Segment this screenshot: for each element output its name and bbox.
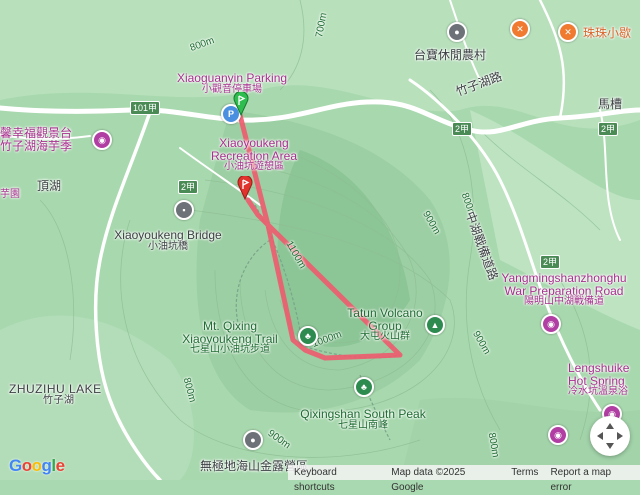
map-data-text: Map data ©2025 Google	[391, 467, 466, 493]
farm-place-icon[interactable]: ●	[447, 22, 467, 42]
xinfu-viewpoint-label[interactable]: 馨幸福觀景台 竹子湖海芋季	[0, 127, 72, 152]
yuan-fragment-label: 芋園	[0, 189, 20, 200]
road-shield-2a-center: 2甲	[452, 122, 473, 136]
restaurant-icon-1[interactable]: ✕	[510, 19, 530, 39]
qixing-trail-label[interactable]: Mt. Qixing Xiaoyoukeng Trail 七星山小油坑步道	[182, 320, 277, 356]
tatun-volcano-label[interactable]: Tatun Volcano Group 大屯火山群	[347, 307, 422, 343]
tatun-en1: Tatun Volcano	[347, 306, 423, 320]
yangming-en1: Yangmingshanzhonghu	[501, 271, 627, 285]
qixing-south-en: Qixingshan South Peak	[300, 407, 426, 421]
dinghu-label: 頂湖	[37, 179, 62, 193]
trail-tree-icon[interactable]: ♣	[298, 326, 318, 346]
bridge-camera-icon[interactable]: ▪	[174, 200, 194, 220]
keyboard-shortcuts-link[interactable]: Keyboard shortcuts	[288, 465, 385, 493]
xiaoyoukeng-bridge-label[interactable]: Xiaoyoukeng Bridge 小油坑橋	[114, 229, 221, 252]
start-flag-icon[interactable]	[233, 92, 249, 116]
qixing-south-zh: 七星山南峰	[337, 419, 388, 431]
road-shield-101a: 101甲	[130, 101, 161, 115]
zhuzihu-taro-label: 竹子湖海芋季	[0, 138, 73, 153]
map-footer: Keyboard shortcuts Map data ©2025 Google…	[288, 465, 640, 493]
taibao-farm-label[interactable]: 台寶休閒農村	[414, 49, 486, 62]
restaurant-icon-2[interactable]: ✕	[558, 22, 578, 42]
tatun-zh: 大屯火山群	[360, 331, 410, 343]
qixing-trail-en1: Mt. Qixing	[202, 319, 258, 333]
campground-place-icon[interactable]: ●	[243, 430, 263, 450]
mountain-icon[interactable]: ▲	[425, 315, 445, 335]
zhuzihu-lake-zh: 竹子湖	[43, 394, 75, 406]
war-road-camera-icon[interactable]: ◉	[541, 314, 561, 334]
zhuzhu-shop-label[interactable]: 珠珠小歇	[583, 27, 631, 40]
xiaoyoukeng-bridge-zh: 小油坑橋	[147, 240, 188, 252]
xiaoyoukeng-area-zh: 小油坑遊憩區	[224, 161, 284, 173]
lengshui-hot-spring-label[interactable]: Lengshuike Hot Spring 冷水坑溫泉浴	[568, 362, 629, 398]
yangming-zh: 陽明山中湖戰備道	[524, 296, 604, 308]
road-shield-2a-east: 2甲	[598, 122, 619, 136]
xinfu-top-label: 馨幸福觀景台	[0, 126, 73, 140]
xiaoguanyin-parking-en: Xiaoguanyin Parking	[176, 71, 288, 85]
xiaoyoukeng-area-en1: Xiaoyoukeng	[219, 136, 289, 150]
macao-label: 馬槽	[598, 97, 623, 111]
xiaoyoukeng-bridge-en: Xiaoyoukeng Bridge	[114, 228, 222, 242]
zhuzihu-lake-label[interactable]: ZHUZIHU LAKE 竹子湖	[9, 383, 102, 406]
yangming-war-road-label[interactable]: Yangmingshanzhonghu War Preparation Road…	[501, 272, 626, 308]
xiaoguanyin-parking-label[interactable]: Xiaoguanyin Parking 小觀音停車場	[177, 72, 287, 95]
terms-link[interactable]: Terms	[505, 465, 544, 480]
qixing-south-peak-label[interactable]: Qixingshan South Peak 七星山南峰	[300, 408, 425, 431]
camera-control-icon	[597, 423, 623, 449]
report-map-error-link[interactable]: Report a map error	[544, 465, 640, 493]
south-peak-tree-icon[interactable]: ♣	[354, 377, 374, 397]
lengshui-en1: Lengshuike	[568, 361, 630, 375]
end-pin-icon[interactable]	[237, 176, 253, 200]
xiaoyoukeng-recreation-area-label[interactable]: Xiaoyoukeng Recreation Area 小油坑遊憩區	[211, 137, 297, 173]
map-camera-control-button[interactable]	[590, 416, 630, 456]
google-logo[interactable]: Google	[9, 456, 65, 476]
road-shield-2a-west: 2甲	[178, 180, 199, 194]
viewpoint-camera-icon[interactable]: ◉	[92, 130, 112, 150]
xiaoguanyin-parking-zh: 小觀音停車場	[201, 83, 262, 95]
hot-spring-camera-icon[interactable]: ◉	[548, 425, 568, 445]
zhuzihu-lake-en: ZHUZIHU LAKE	[9, 382, 102, 396]
qixing-trail-zh: 七星山小油坑步道	[189, 344, 270, 356]
lengshui-zh: 冷水坑溫泉浴	[568, 386, 628, 398]
road-shield-2a-south: 2甲	[540, 255, 561, 269]
